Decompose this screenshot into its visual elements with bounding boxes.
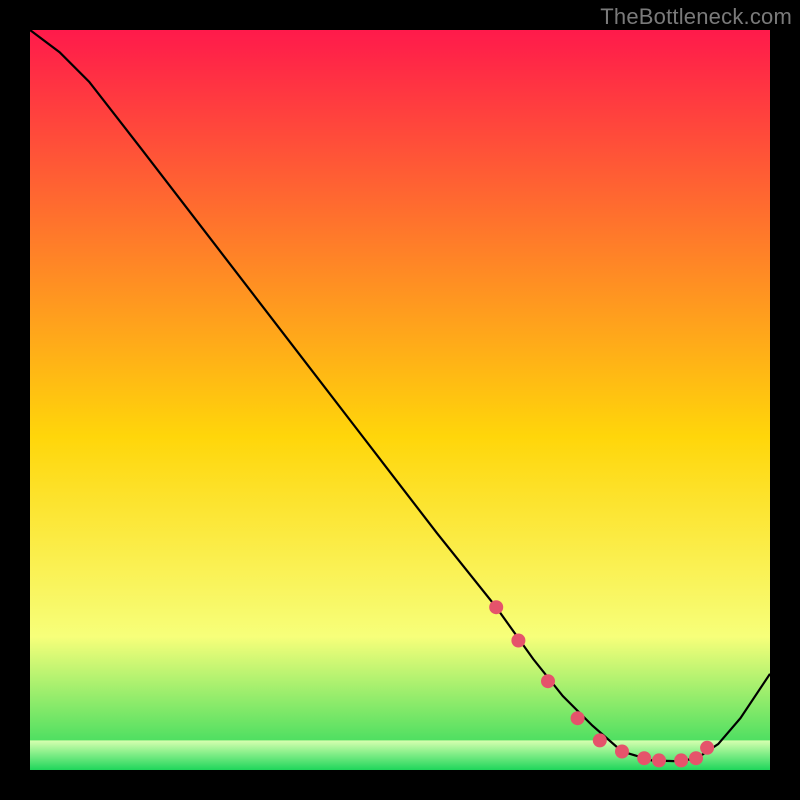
marker-dot [615, 745, 629, 759]
marker-dot [571, 711, 585, 725]
marker-dot [541, 674, 555, 688]
marker-dot [511, 634, 525, 648]
marker-dot [637, 751, 651, 765]
watermark-text: TheBottleneck.com [600, 4, 792, 30]
marker-dot [674, 753, 688, 767]
marker-dot [652, 753, 666, 767]
marker-dot [489, 600, 503, 614]
plot-area [30, 30, 770, 770]
marker-dot [593, 733, 607, 747]
marker-dot [700, 741, 714, 755]
bottleneck-chart [0, 0, 800, 800]
marker-dot [689, 751, 703, 765]
